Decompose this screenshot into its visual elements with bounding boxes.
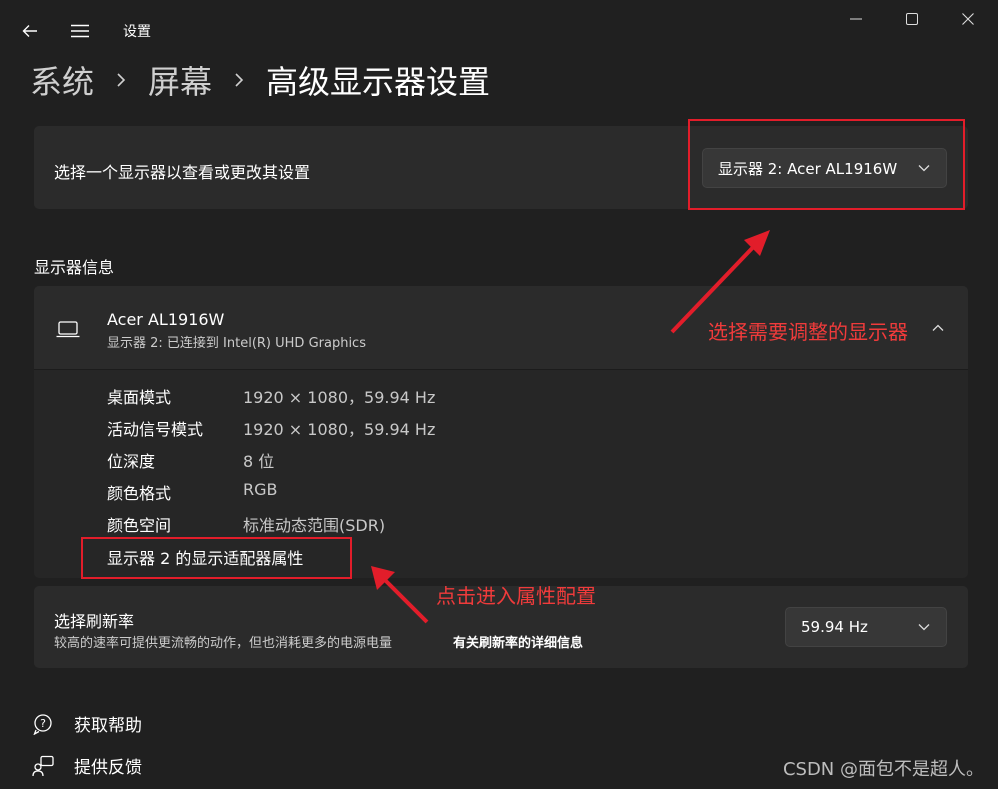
info-label-bit-depth: 位深度 [107,452,156,471]
annotation-box-adapter-link [81,537,352,579]
info-label-desktop-mode: 桌面模式 [107,388,172,407]
info-value-color-space: 标准动态范围(SDR) [243,516,386,535]
close-icon [962,13,974,25]
chevron-down-icon [918,624,930,631]
svg-text:?: ? [40,717,46,730]
help-chat-icon: ? [33,713,52,735]
minimize-button[interactable] [836,6,876,32]
feedback-link[interactable]: 提供反馈 [32,753,142,778]
refresh-rate-description: 较高的速率可提供更流畅的动作，但也消耗更多的电源电量 [54,636,393,651]
title-bar: 设置 [0,0,998,60]
chevron-right-icon [234,72,244,88]
info-label-color-format: 颜色格式 [107,484,172,503]
watermark: CSDN @面包不是超人。 [782,759,984,780]
maximize-icon [906,13,918,25]
chevron-up-icon[interactable] [932,324,944,332]
breadcrumb-item-system[interactable]: 系统 [30,57,94,103]
refresh-rate-dropdown[interactable]: 59.94 Hz [785,607,947,647]
section-title-display-info: 显示器信息 [34,258,115,277]
info-label-color-space: 颜色空间 [107,516,172,535]
chevron-right-icon [116,72,126,88]
close-button[interactable] [948,6,988,32]
get-help-label: 获取帮助 [74,716,142,736]
back-arrow-icon [22,25,37,37]
info-label-active-signal: 活动信号模式 [107,420,204,439]
annotation-box-display-select [688,119,965,210]
app-title: 设置 [123,24,151,40]
annotation-select-display: 选择需要调整的显示器 [708,320,908,344]
breadcrumb: 系统 屏幕 高级显示器设置 [30,56,490,104]
page-title: 高级显示器设置 [266,63,491,101]
refresh-rate-details-link[interactable]: 有关刷新率的详细信息 [453,632,583,651]
info-value-active-signal: 1920 × 1080，59.94 Hz [243,420,436,439]
back-button[interactable] [14,16,46,46]
monitor-subtitle: 显示器 2: 已连接到 Intel(R) UHD Graphics [107,336,366,351]
info-value-color-format: RGB [243,480,278,499]
hamburger-menu-icon [71,24,89,38]
annotation-click-properties: 点击进入属性配置 [436,584,596,608]
display-select-label: 选择一个显示器以查看或更改其设置 [54,163,311,182]
breadcrumb-item-display[interactable]: 屏幕 [148,57,212,103]
laptop-icon [56,321,80,338]
maximize-button[interactable] [892,6,932,32]
monitor-name: Acer AL1916W [107,310,225,329]
info-value-bit-depth: 8 位 [243,452,275,471]
minimize-icon [850,18,862,20]
feedback-label: 提供反馈 [74,758,142,778]
feedback-icon [32,755,54,776]
menu-button[interactable] [64,16,96,46]
annotation-arrow-icon [371,566,429,624]
refresh-rate-title: 选择刷新率 [54,612,135,631]
get-help-link[interactable]: ? 获取帮助 [32,711,142,736]
info-value-desktop-mode: 1920 × 1080，59.94 Hz [243,388,436,407]
refresh-rate-value: 59.94 Hz [801,618,868,636]
